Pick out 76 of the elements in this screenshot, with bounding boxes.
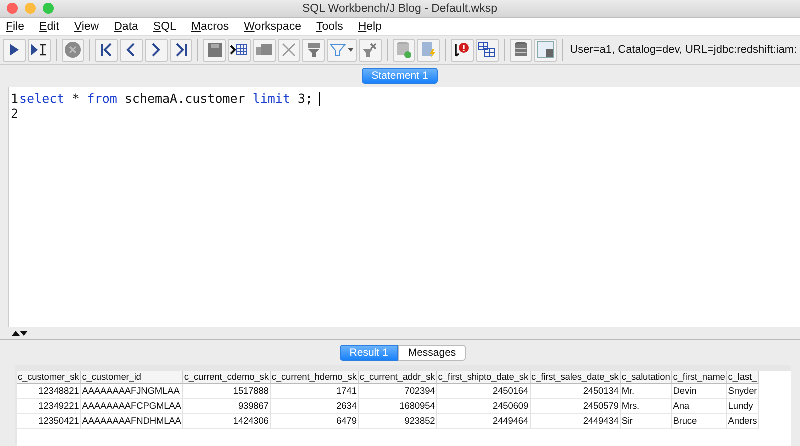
table-cell: Bruce — [672, 414, 728, 429]
column-header[interactable]: c_salutation — [620, 371, 672, 384]
menu-item[interactable]: View — [74, 20, 100, 32]
table-cell: 1680954 — [358, 399, 438, 414]
line-number: 1 — [11, 91, 19, 106]
save-icon[interactable] — [203, 38, 226, 62]
line-number: 2 — [11, 106, 19, 121]
sql-statement: select * from schemaA.customer limit 3; — [20, 91, 314, 106]
menu-item[interactable]: Edit — [40, 20, 60, 32]
last-icon[interactable] — [170, 38, 192, 62]
table-cell: 2450609 — [437, 399, 531, 414]
table-cell: 1517888 — [183, 384, 271, 399]
table-cell: 2450579 — [530, 399, 621, 414]
table-cell: Sir — [620, 414, 672, 429]
splitter-arrows-icon[interactable] — [11, 330, 29, 336]
column-header[interactable]: c_customer_sk — [17, 371, 82, 384]
table-cell: 12349221 — [17, 399, 82, 414]
table-grid-icon[interactable] — [476, 38, 499, 62]
menu-item[interactable]: Workspace — [244, 20, 302, 32]
database-check-icon[interactable] — [392, 38, 416, 62]
column-header[interactable]: c_first_shipto_date_sk — [437, 371, 531, 384]
table-cell: 2450164 — [437, 384, 531, 399]
table-cell: 1741 — [270, 384, 359, 399]
table-cell: 2449464 — [437, 414, 531, 429]
table-cell: Lundy — [727, 399, 760, 414]
previous-icon[interactable] — [120, 38, 143, 62]
table-cell: Anders — [727, 414, 760, 429]
table-cell: Mr. — [620, 384, 672, 399]
text-cursor — [319, 92, 320, 106]
error-stop-icon[interactable] — [451, 38, 474, 62]
run-cursor-icon[interactable] — [28, 38, 51, 62]
column-header[interactable]: c_customer_id — [81, 371, 184, 384]
table-cell: 2634 — [270, 399, 359, 414]
column-header[interactable]: c_current_cdemo_sk — [183, 371, 271, 384]
sql-editor[interactable]: 1 2 select * from schemaA.customer limit 3; — [8, 87, 800, 327]
grid-icon[interactable] — [228, 38, 251, 62]
run-icon[interactable] — [3, 38, 26, 62]
table-cell: 939867 — [183, 399, 271, 414]
menu-item[interactable]: Help — [358, 20, 382, 32]
column-header[interactable]: c_current_addr_sk — [358, 371, 438, 384]
filter-dropdown-icon[interactable] — [327, 38, 357, 62]
table-cell: Devin — [672, 384, 728, 399]
delete-icon[interactable] — [278, 38, 300, 62]
table-cell: Mrs. — [620, 399, 672, 414]
column-header[interactable]: c_current_hdemo_sk — [270, 371, 359, 384]
next-icon[interactable] — [144, 38, 168, 62]
column-header[interactable]: c_first_sales_date_sk — [530, 371, 621, 384]
column-header[interactable]: c_first_name — [672, 371, 728, 384]
window-title: SQL Workbench/J Blog - Default.wksp — [302, 2, 498, 14]
table-cell: 2449434 — [530, 414, 621, 429]
table-cell: AAAAAAAAFNDHMLAA — [81, 414, 184, 429]
table-cell: 1424306 — [183, 414, 271, 429]
result-tab[interactable]: Messages — [398, 345, 466, 361]
table-icon[interactable] — [534, 38, 558, 62]
table-cell: 2450134 — [530, 384, 621, 399]
menu-item[interactable]: Macros — [191, 20, 230, 32]
table-cell: 702394 — [358, 384, 438, 399]
database-icon[interactable] — [510, 38, 532, 62]
funnel-icon[interactable] — [302, 38, 326, 62]
menu-item[interactable]: File — [6, 20, 25, 32]
stop-icon[interactable] — [62, 38, 84, 62]
table-cell: AAAAAAAAFJNGMLAA — [81, 384, 184, 399]
table-cell: 923852 — [358, 414, 438, 429]
menu-item[interactable]: SQL — [153, 20, 176, 32]
menu-item[interactable]: Tools — [316, 20, 344, 32]
table-cell: 6479 — [270, 414, 359, 429]
clear-filter-icon[interactable] — [358, 38, 382, 62]
connection-info: User=a1, Catalog=dev, URL=jdbc:redshift:iam: — [570, 44, 798, 56]
table-cell: 12350421 — [17, 414, 82, 429]
menu-item[interactable]: Data — [114, 20, 138, 32]
table-cell: AAAAAAAAFCPGMLAA — [81, 399, 184, 414]
table-cell: 12348821 — [17, 384, 82, 399]
first-icon[interactable] — [95, 38, 118, 62]
table-cell: Snyder — [727, 384, 760, 399]
table-cell: Ana — [672, 399, 728, 414]
column-header[interactable]: c_last_ — [727, 371, 760, 384]
